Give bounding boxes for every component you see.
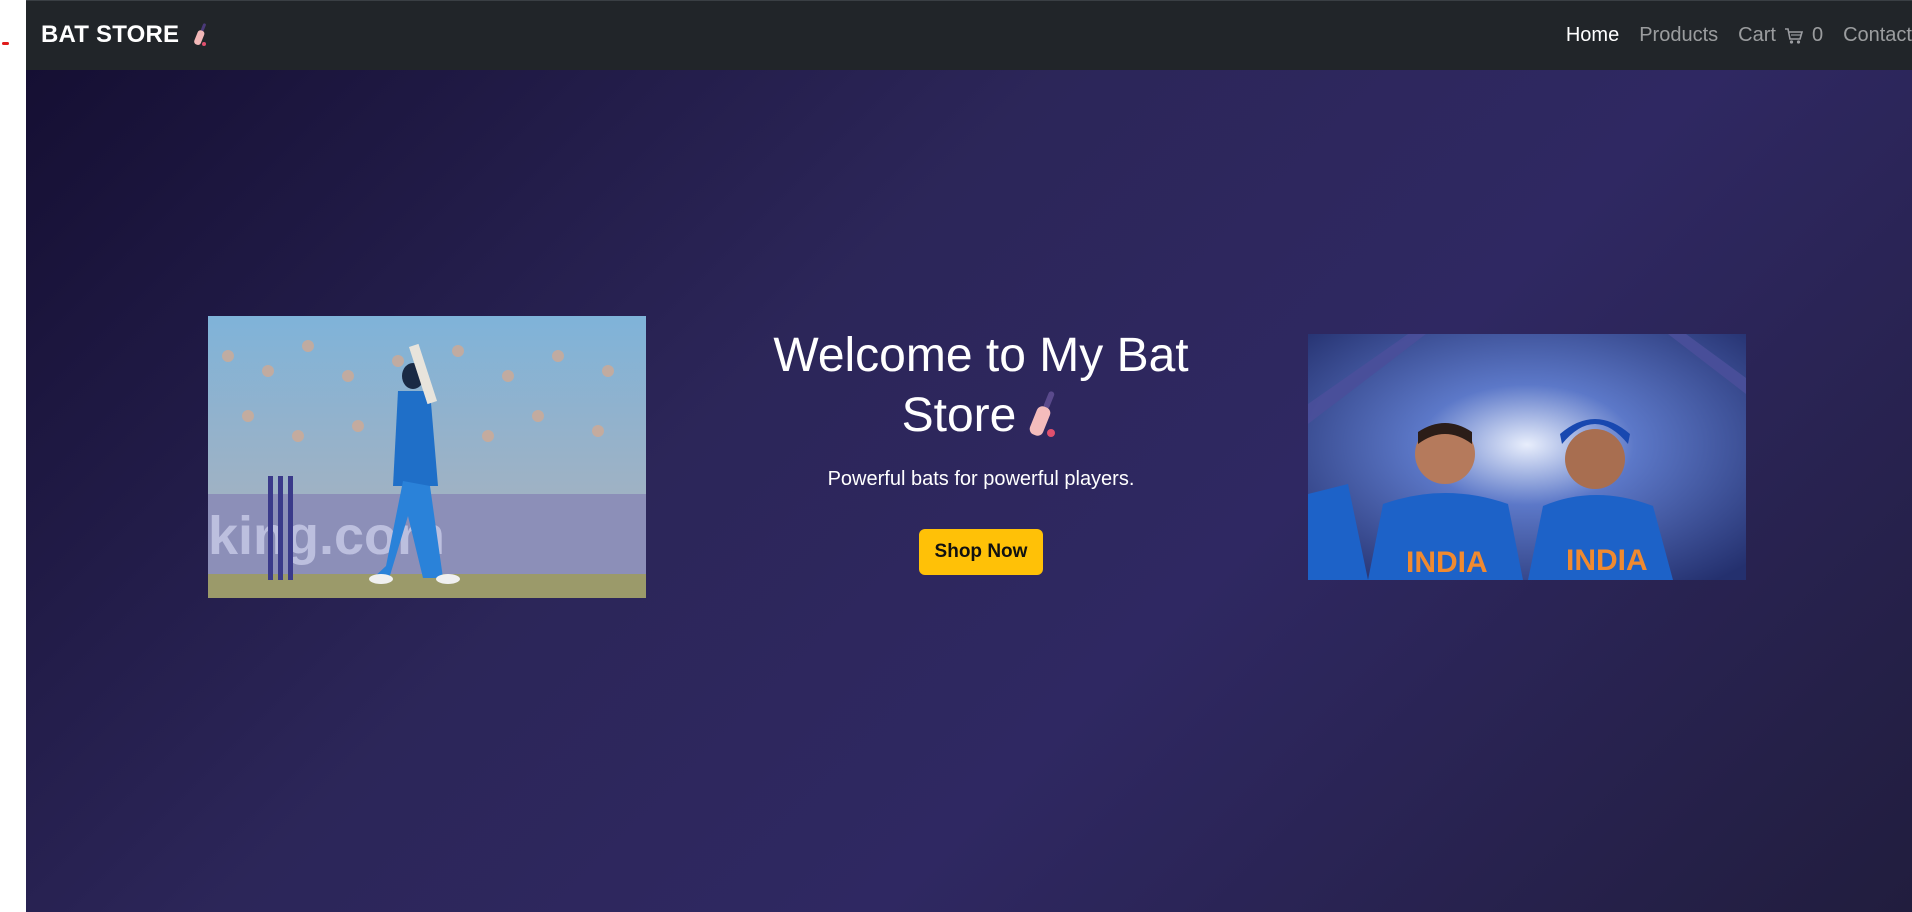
- hero-title-text: Welcome to My Bat Store: [773, 329, 1189, 442]
- hero-title: Welcome to My Bat Store: [716, 326, 1246, 454]
- red-cursor-mark: [2, 42, 9, 45]
- cricket-bat-icon: [1026, 391, 1060, 454]
- svg-text:INDIA: INDIA: [1406, 546, 1488, 579]
- hero-tagline: Powerful bats for powerful players.: [827, 468, 1135, 490]
- cricket-bat-icon: [193, 23, 209, 47]
- brand-logo[interactable]: BAT STORE: [41, 21, 209, 49]
- two-india-players-celebrating-photo: INDIA INDIA: [1308, 334, 1746, 580]
- nav-link-contact[interactable]: Contact: [1843, 24, 1912, 47]
- batsman-playing-shot-photo: king.com: [208, 316, 646, 598]
- cart-label: Cart: [1738, 24, 1776, 46]
- left-page-margin: [0, 0, 26, 912]
- nav-link-products[interactable]: Products: [1639, 24, 1718, 47]
- shopping-cart-icon: [1784, 27, 1804, 45]
- app-window: BAT STORE Home Products Cart 0 Contact k…: [26, 0, 1912, 912]
- nav-link-cart[interactable]: Cart 0: [1738, 24, 1823, 47]
- hero-text: Welcome to My Bat Store Powerful bats fo…: [716, 326, 1246, 575]
- cart-count: 0: [1811, 24, 1824, 46]
- shop-now-button[interactable]: Shop Now: [918, 529, 1044, 575]
- svg-text:INDIA: INDIA: [1566, 544, 1648, 577]
- hero-section: king.com Welcome to My Bat Store Powerfu…: [26, 70, 1912, 912]
- nav-links: Home Products Cart 0 Contact: [1566, 24, 1912, 47]
- brand-name: BAT STORE: [41, 21, 180, 48]
- nav-link-home[interactable]: Home: [1566, 24, 1619, 47]
- navbar: BAT STORE Home Products Cart 0 Contact: [26, 0, 1912, 70]
